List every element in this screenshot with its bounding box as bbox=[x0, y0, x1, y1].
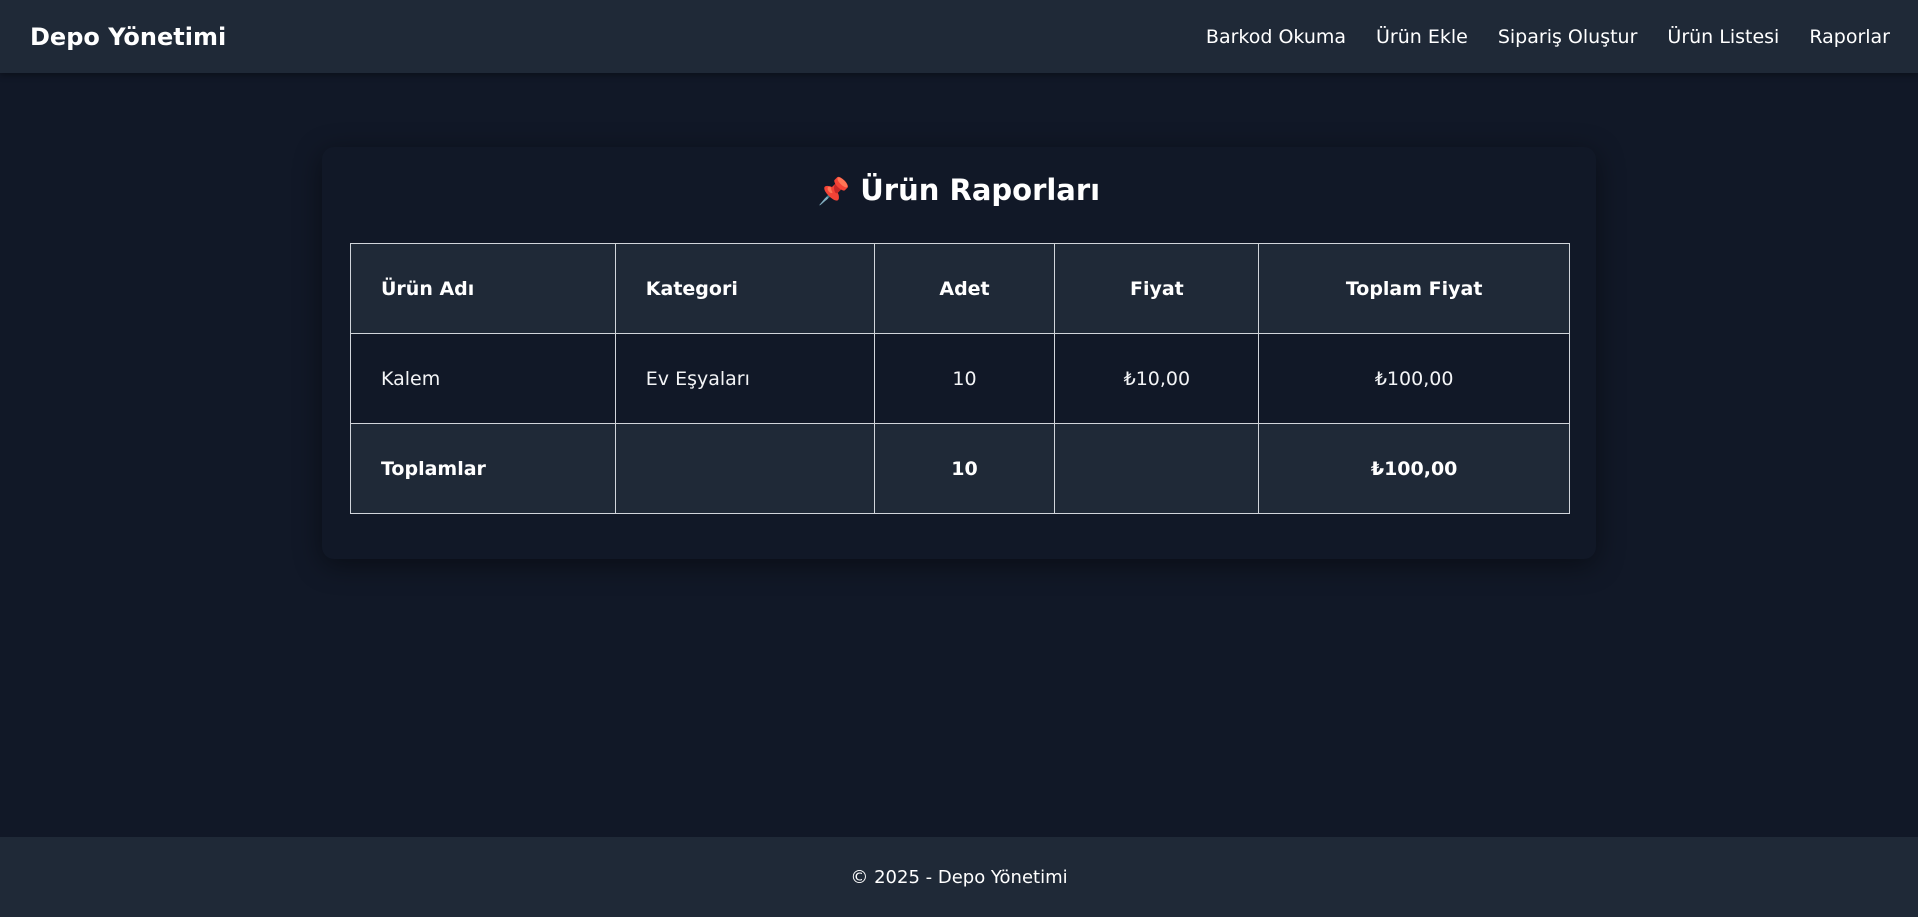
totals-quantity: 10 bbox=[873, 423, 1056, 514]
cell-price: ₺10,00 bbox=[1054, 333, 1260, 424]
cell-category: Ev Eşyaları bbox=[614, 333, 875, 424]
totals-category-cell bbox=[614, 423, 875, 514]
brand-logo-link[interactable]: Depo Yönetimi bbox=[30, 23, 226, 51]
column-header-urun-adi: Ürün Adı bbox=[350, 243, 616, 334]
page-footer: © 2025 - Depo Yönetimi bbox=[0, 837, 1918, 917]
nav-link-siparis-olustur[interactable]: Sipariş Oluştur bbox=[1498, 26, 1638, 48]
totals-price-cell bbox=[1054, 423, 1260, 514]
top-navbar: Depo Yönetimi Barkod Okuma Ürün Ekle Sip… bbox=[0, 0, 1918, 73]
nav-link-barkod-okuma[interactable]: Barkod Okuma bbox=[1206, 26, 1346, 48]
column-header-fiyat: Fiyat bbox=[1054, 243, 1260, 334]
footer-copyright: © 2025 - Depo Yönetimi bbox=[850, 866, 1068, 888]
nav-link-urun-ekle[interactable]: Ürün Ekle bbox=[1376, 26, 1468, 48]
page-title: 📌 Ürün Raporları bbox=[322, 173, 1596, 207]
totals-row: Toplamlar 10 ₺100,00 bbox=[350, 423, 1570, 514]
pushpin-icon: 📌 bbox=[817, 177, 851, 207]
totals-label: Toplamlar bbox=[350, 423, 616, 514]
cell-quantity: 10 bbox=[873, 333, 1056, 424]
column-header-adet: Adet bbox=[873, 243, 1056, 334]
column-header-kategori: Kategori bbox=[614, 243, 875, 334]
page-title-text: Ürün Raporları bbox=[860, 173, 1101, 207]
nav-links: Barkod Okuma Ürün Ekle Sipariş Oluştur Ü… bbox=[1206, 26, 1890, 48]
column-header-toplam-fiyat: Toplam Fiyat bbox=[1258, 243, 1570, 334]
table-row: Kalem Ev Eşyaları 10 ₺10,00 ₺100,00 bbox=[350, 333, 1570, 424]
report-table: Ürün Adı Kategori Adet Fiyat Toplam Fiya… bbox=[350, 243, 1570, 514]
totals-total-price: ₺100,00 bbox=[1258, 423, 1570, 514]
table-header-row: Ürün Adı Kategori Adet Fiyat Toplam Fiya… bbox=[350, 243, 1570, 334]
cell-total-price: ₺100,00 bbox=[1258, 333, 1570, 424]
nav-link-urun-listesi[interactable]: Ürün Listesi bbox=[1667, 26, 1779, 48]
cell-product-name: Kalem bbox=[350, 333, 616, 424]
nav-link-raporlar[interactable]: Raporlar bbox=[1809, 26, 1890, 48]
